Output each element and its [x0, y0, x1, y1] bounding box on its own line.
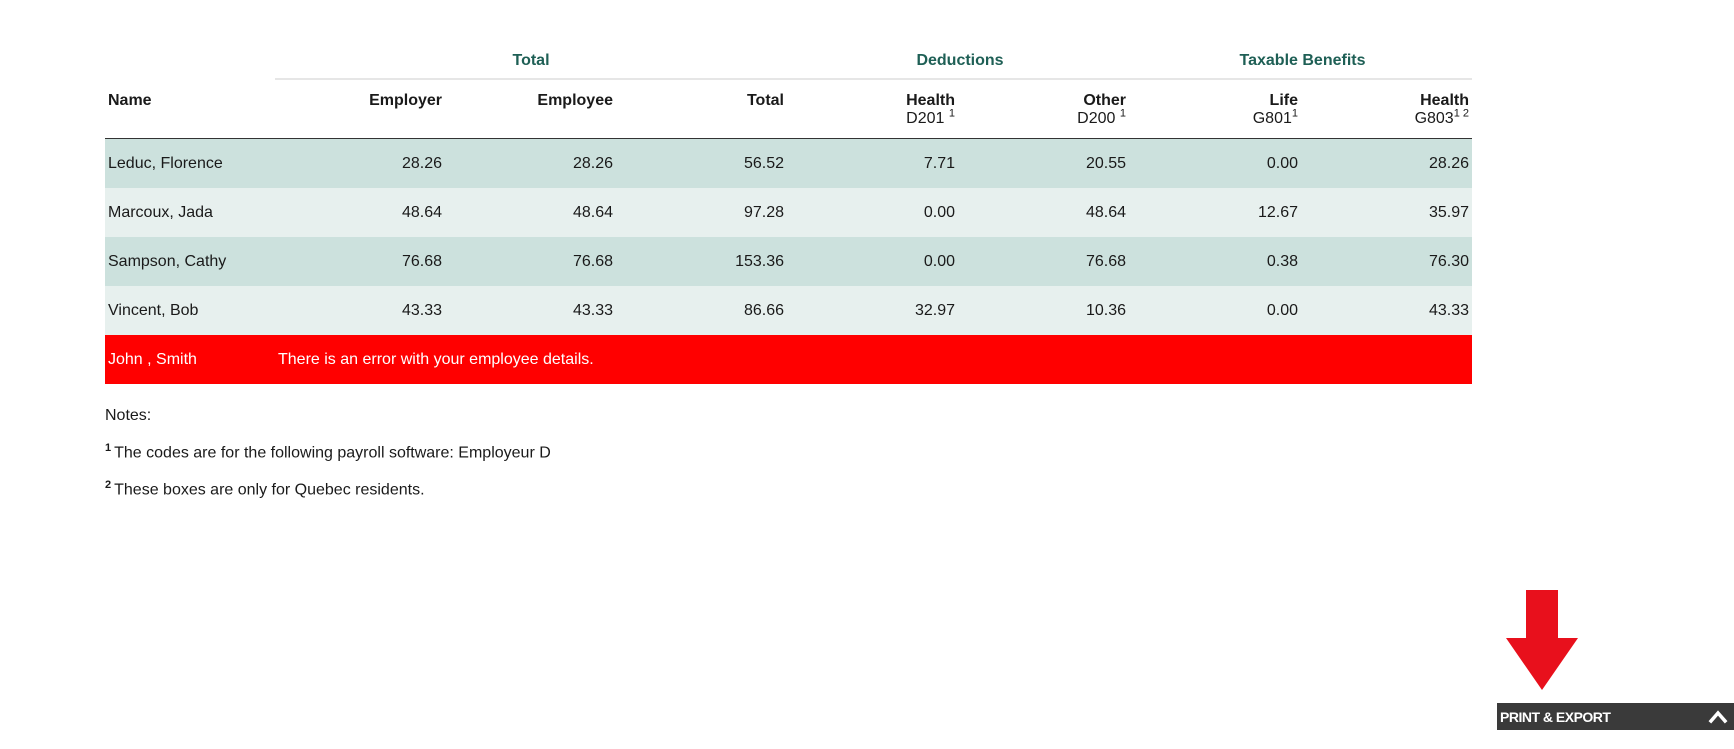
note-number: 1: [105, 442, 112, 454]
cell-employee: 48.64: [445, 188, 616, 237]
column-code: G803: [1414, 110, 1454, 127]
error-row: John , Smith There is an error with your…: [105, 335, 1472, 384]
cell-employer: 28.26: [275, 139, 445, 188]
column-header-name: Name: [105, 80, 275, 139]
cell-other-deduction: 20.55: [958, 139, 1129, 188]
cell-health-deduction: 0.00: [787, 188, 958, 237]
note-item: 2 These boxes are only for Quebec residen…: [105, 475, 1472, 500]
cell-other-deduction: 76.68: [958, 237, 1129, 286]
note-text: The codes are for the following payroll …: [114, 444, 551, 462]
note-text: These boxes are only for Quebec resident…: [114, 481, 425, 499]
note-item: 1 The codes are for the following payroll…: [105, 438, 1472, 463]
cell-employer: 43.33: [275, 286, 445, 335]
print-export-label: PRINT & EXPORT: [1500, 708, 1611, 725]
column-header-label: Other: [1083, 92, 1126, 109]
column-header-health-deduction: Health D201 1: [787, 80, 958, 139]
group-header-deductions: Deductions: [787, 44, 1129, 80]
cell-employer: 48.64: [275, 188, 445, 237]
column-header-health-benefit: Health G8031 2: [1301, 80, 1472, 139]
cell-employee: 76.68: [445, 237, 616, 286]
column-code: G801: [1252, 110, 1292, 127]
error-message: There is an error with your employee det…: [275, 335, 1472, 384]
column-header-total: Total: [616, 80, 787, 139]
chevron-up-icon: [1708, 707, 1728, 727]
cell-name: Leduc, Florence: [105, 139, 275, 188]
footnote-ref: 1 2: [1453, 107, 1469, 120]
cell-total: 153.36: [616, 237, 787, 286]
error-row-name: John , Smith: [105, 335, 275, 384]
cell-total: 86.66: [616, 286, 787, 335]
print-export-button[interactable]: PRINT & EXPORT: [1497, 703, 1734, 730]
cell-total: 97.28: [616, 188, 787, 237]
column-header-label: Health: [1420, 92, 1469, 109]
cell-name: Vincent, Bob: [105, 286, 275, 335]
footnote-ref: 1: [1291, 107, 1298, 120]
note-number: 2: [105, 479, 112, 492]
notes-section: Notes: 1 The codes are for the following …: [105, 406, 1472, 501]
footnote-ref: 1: [948, 107, 955, 120]
column-header-other-deduction: Other D200 1: [958, 80, 1129, 139]
cell-life-benefit: 0.00: [1129, 139, 1301, 188]
footnote-ref: 1: [1119, 107, 1126, 120]
column-header-label: Life: [1269, 92, 1298, 109]
down-arrow-icon: [1506, 590, 1578, 690]
cell-other-deduction: 10.36: [958, 286, 1129, 335]
cell-health-deduction: 0.00: [787, 237, 958, 286]
column-header-employer: Employer: [275, 80, 445, 139]
group-header-total: Total: [275, 44, 787, 80]
group-header-row: Total Deductions Taxable Benefits: [105, 44, 1472, 80]
cell-total: 56.52: [616, 139, 787, 188]
cell-health-benefit: 43.33: [1301, 286, 1472, 335]
cell-health-benefit: 28.26: [1301, 139, 1472, 188]
table-row: Marcoux, Jada 48.64 48.64 97.28 0.00 48.…: [105, 188, 1472, 237]
table-row: Sampson, Cathy 76.68 76.68 153.36 0.00 7…: [105, 237, 1472, 286]
cell-health-benefit: 35.97: [1301, 188, 1472, 237]
cell-employee: 28.26: [445, 139, 616, 188]
cell-life-benefit: 0.38: [1129, 237, 1301, 286]
report-container: Total Deductions Taxable Benefits Name E…: [105, 44, 1472, 513]
column-header-label: Health: [906, 92, 955, 109]
cell-health-deduction: 7.71: [787, 139, 958, 188]
column-code: D201: [906, 110, 945, 127]
column-header-employee: Employee: [445, 80, 616, 139]
cell-health-benefit: 76.30: [1301, 237, 1472, 286]
column-header-row: Name Employer Employee Total Health D201…: [105, 80, 1472, 139]
notes-title: Notes:: [105, 407, 152, 424]
column-code: D200: [1077, 110, 1116, 127]
group-header-taxable-benefits: Taxable Benefits: [1129, 44, 1472, 80]
column-header-life-benefit: Life G8011: [1129, 80, 1301, 139]
cell-life-benefit: 0.00: [1129, 286, 1301, 335]
cell-life-benefit: 12.67: [1129, 188, 1301, 237]
table-row: Leduc, Florence 28.26 28.26 56.52 7.71 2…: [105, 139, 1472, 188]
cell-employee: 43.33: [445, 286, 616, 335]
cell-employer: 76.68: [275, 237, 445, 286]
cell-name: Marcoux, Jada: [105, 188, 275, 237]
group-spacer: [105, 44, 275, 80]
cell-health-deduction: 32.97: [787, 286, 958, 335]
cell-name: Sampson, Cathy: [105, 237, 275, 286]
cell-other-deduction: 48.64: [958, 188, 1129, 237]
deductions-table: Total Deductions Taxable Benefits Name E…: [105, 44, 1472, 384]
table-row: Vincent, Bob 43.33 43.33 86.66 32.97 10.…: [105, 286, 1472, 335]
